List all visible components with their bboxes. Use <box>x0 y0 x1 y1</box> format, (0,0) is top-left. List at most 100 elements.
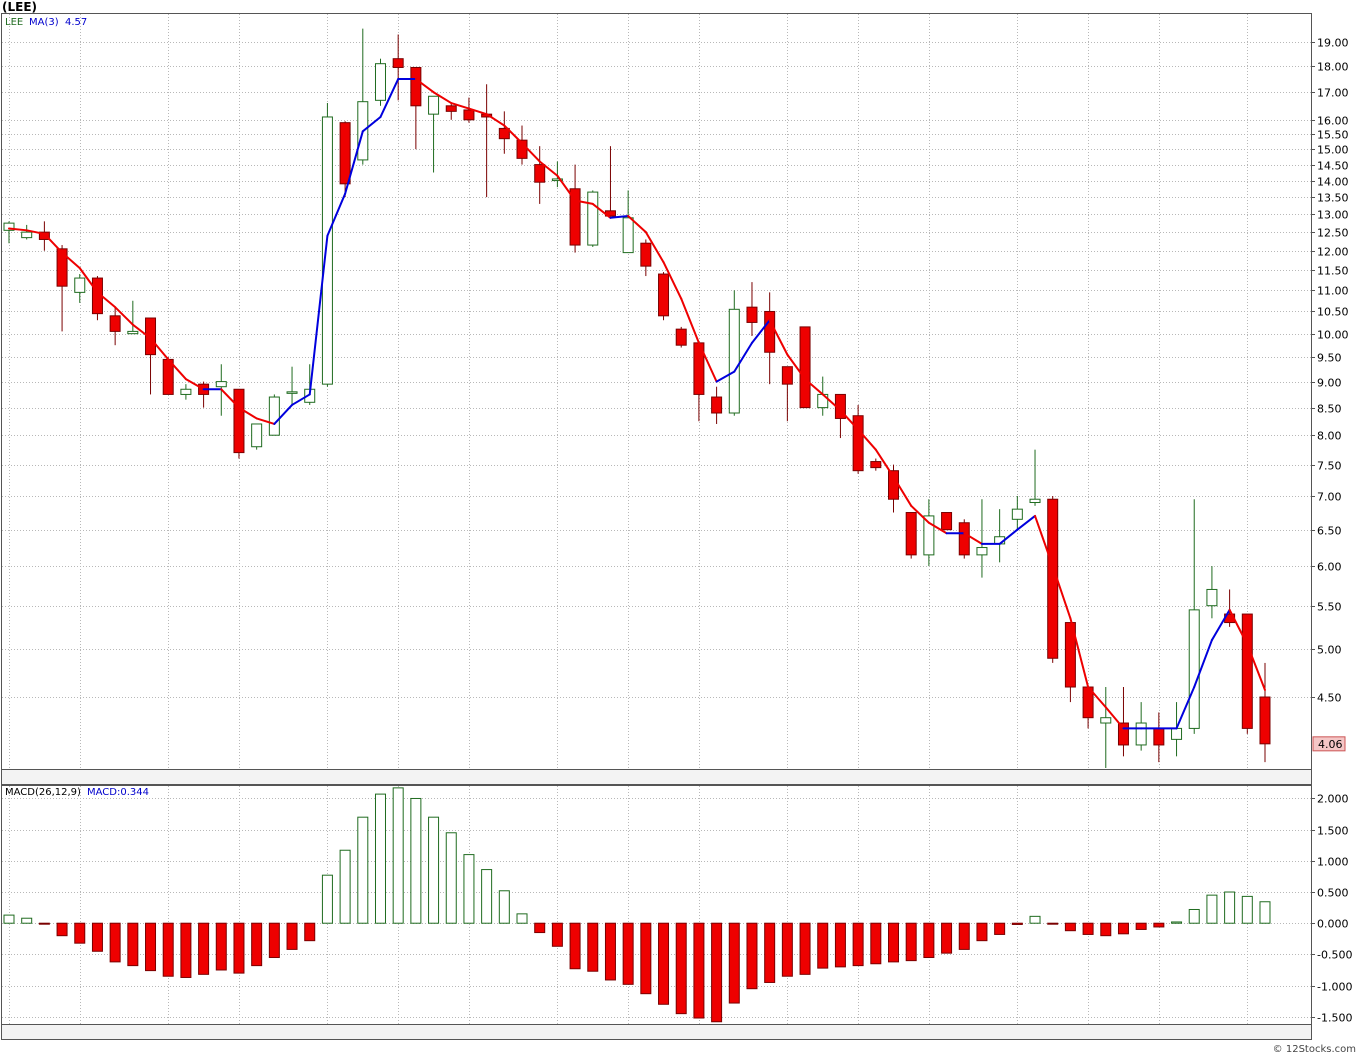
candle-body <box>746 306 758 323</box>
candle-body <box>21 231 33 239</box>
macd-bar <box>410 797 422 924</box>
macd-bar <box>1082 922 1094 935</box>
macd-tick-label: -1.000 <box>1317 981 1352 994</box>
candle-body <box>1241 613 1253 729</box>
price-tick-label: 11.50 <box>1317 265 1349 278</box>
price-tick-label: 9.00 <box>1317 377 1342 390</box>
candle-body <box>445 105 457 112</box>
macd-bar <box>1117 922 1129 935</box>
macd-bar <box>481 869 493 924</box>
price-tick-label: 14.50 <box>1317 160 1349 173</box>
macd-bar <box>604 922 616 981</box>
candle-body <box>1153 727 1165 746</box>
candle-body <box>374 63 386 101</box>
price-tick-label: 9.50 <box>1317 352 1342 365</box>
macd-bar <box>233 922 245 974</box>
macd-bar <box>622 922 634 985</box>
candle <box>233 388 245 459</box>
candle-body <box>622 217 634 254</box>
price-tick-label: 13.00 <box>1317 209 1349 222</box>
price-tick-label: 10.00 <box>1317 329 1349 342</box>
candle <box>799 326 811 409</box>
candle-body <box>870 461 882 469</box>
macd-bar <box>1188 908 1200 924</box>
candle-body <box>799 326 811 409</box>
macd-bar <box>357 816 369 924</box>
candle-body <box>428 95 440 115</box>
price-tick-label: 13.50 <box>1317 192 1349 205</box>
price-tick-label: 7.00 <box>1317 491 1342 504</box>
candle-body <box>711 396 723 414</box>
price-tick-label: 7.50 <box>1317 460 1342 473</box>
macd-bar <box>958 922 970 950</box>
macd-bar <box>888 922 899 963</box>
macd-bar <box>1100 922 1112 937</box>
macd-tick-label: 1.000 <box>1317 856 1349 869</box>
macd-tick-label: 0.500 <box>1317 887 1349 900</box>
macd-bar <box>109 922 121 963</box>
macd-bar <box>587 922 599 972</box>
legend-symbol: LEE <box>5 17 23 28</box>
macd-bar <box>3 914 15 924</box>
candle-body <box>905 512 917 556</box>
price-tick-label: 5.50 <box>1317 601 1342 614</box>
macd-bar <box>764 922 776 983</box>
macd-bar <box>1224 891 1236 924</box>
price-tick-label: 6.00 <box>1317 561 1342 574</box>
candle-body <box>587 191 599 246</box>
macd-x-axis-band <box>1 1024 1312 1040</box>
macd-bar <box>286 922 298 950</box>
candle <box>374 58 386 106</box>
macd-bar <box>693 922 705 1019</box>
price-tick-label: 8.00 <box>1317 430 1342 443</box>
candle-body <box>180 388 192 395</box>
macd-bar <box>21 917 33 924</box>
macd-bar <box>728 922 740 1004</box>
macd-bar <box>1259 901 1271 924</box>
macd-bar <box>268 922 280 959</box>
macd-bar <box>56 922 68 937</box>
macd-tick-label: -0.500 <box>1317 949 1352 962</box>
candle-body <box>339 122 351 185</box>
macd-bar <box>994 922 1006 935</box>
macd-bar <box>905 922 917 962</box>
candle <box>587 190 599 247</box>
candle-body <box>410 66 422 107</box>
macd-bar <box>1064 922 1076 932</box>
candle-body <box>675 328 687 346</box>
macd-bar <box>817 922 829 969</box>
macd-bar <box>498 890 510 924</box>
candle <box>321 103 333 387</box>
candle <box>958 519 970 559</box>
macd-bar <box>852 922 864 967</box>
legend-ma-value: 4.57 <box>65 17 87 28</box>
macd-bar <box>834 922 846 968</box>
price-tick-label: 8.50 <box>1317 403 1342 416</box>
watermark: © 12Stocks.com <box>1273 1044 1356 1055</box>
candle-body <box>392 58 404 68</box>
candle-body <box>251 423 263 448</box>
macd-bar <box>781 922 793 977</box>
candle-body <box>321 116 333 385</box>
stock-chart: (LEE) 2024JunJulAugSepOctNovDec2025JanFe… <box>0 0 1360 1056</box>
candle-body <box>1100 717 1112 724</box>
macd-bar <box>127 922 139 967</box>
candle <box>1241 613 1253 734</box>
macd-bar <box>304 922 316 942</box>
macd-bar <box>923 922 935 959</box>
price-tick-label: 5.00 <box>1317 644 1342 657</box>
macd-bar <box>1206 894 1218 924</box>
candle-body <box>233 388 245 454</box>
candle-body <box>640 242 652 267</box>
price-tick-label: 15.00 <box>1317 144 1349 157</box>
macd-bar <box>198 922 210 975</box>
price-tick-label: 18.00 <box>1317 61 1349 74</box>
macd-tick-label: 2.000 <box>1317 793 1349 806</box>
macd-tick-label: -1.500 <box>1317 1012 1352 1025</box>
last-price-value: 4.06 <box>1318 738 1343 751</box>
macd-bar <box>1135 922 1147 930</box>
candle-body <box>764 310 776 353</box>
macd-bar <box>463 854 475 924</box>
macd-bar <box>711 922 723 1023</box>
candle <box>941 512 953 531</box>
